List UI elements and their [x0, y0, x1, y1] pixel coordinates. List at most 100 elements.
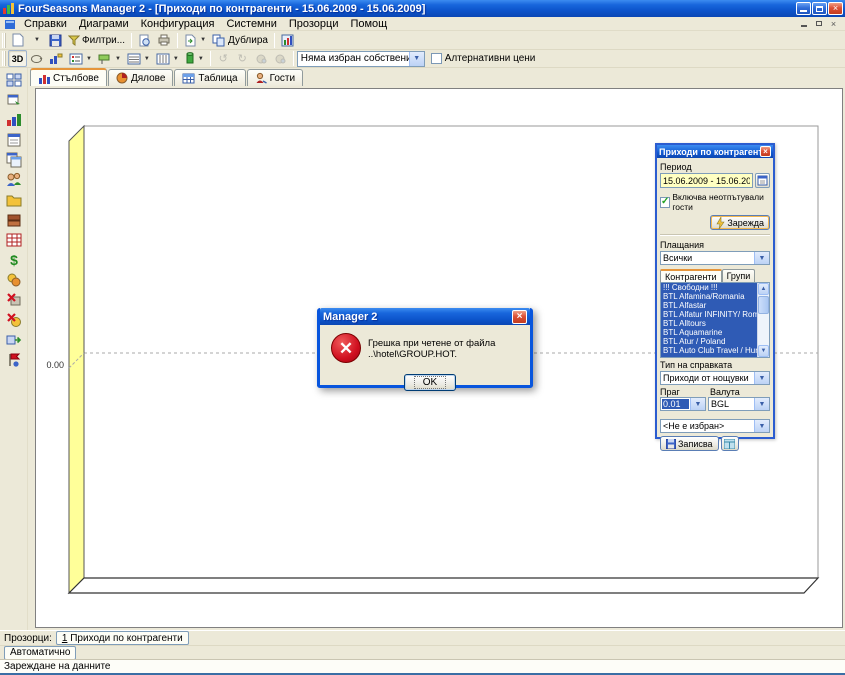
cancel-reservation-button[interactable] — [2, 290, 26, 309]
save-template-button[interactable]: Записва — [660, 436, 719, 451]
series-marks-button[interactable] — [46, 50, 66, 67]
tab-pie-label: Дялове — [131, 73, 165, 84]
print-preview-button[interactable] — [135, 32, 154, 49]
minimize-button[interactable] — [796, 2, 811, 15]
tourists-button[interactable] — [2, 350, 26, 369]
tab-groups[interactable]: Групи — [722, 269, 756, 282]
menu-item-diagrams[interactable]: Диаграми — [73, 17, 135, 31]
rooms-plan-button[interactable] — [2, 70, 26, 89]
automatic-button[interactable]: Автоматично — [4, 646, 76, 660]
ledger-button[interactable] — [2, 210, 26, 229]
rotate-left-button[interactable]: ↺ — [214, 50, 233, 67]
tab-table[interactable]: Таблица — [174, 69, 245, 86]
revenue-chart-button[interactable] — [2, 110, 26, 129]
list-item[interactable]: BTL Alltours — [661, 319, 757, 328]
menu-item-configuration[interactable]: Конфигурация — [135, 17, 221, 31]
counterparties-list[interactable]: !!! Свободни !!! BTL Alfamina/Romania BT… — [660, 282, 770, 358]
window-task-button[interactable]: 1 Приходи по контрагенти — [56, 631, 189, 645]
list-item[interactable]: BTL Alfatur INFINITY/ Romani — [661, 310, 757, 319]
close-button[interactable]: × — [828, 2, 843, 15]
load-button[interactable]: Зарежда — [710, 215, 770, 230]
new-report-dropdown[interactable]: ▼ — [27, 32, 46, 49]
print-button[interactable] — [154, 32, 174, 49]
bar-style-button[interactable]: ▼ — [182, 50, 207, 67]
horizontal-grid-icon — [127, 53, 141, 65]
list-item[interactable]: BTL Auto Club Travel / Hunga — [661, 346, 757, 355]
toggle-3d-button[interactable]: 3D — [8, 50, 27, 67]
currency-select[interactable]: BGL ▼ — [708, 397, 770, 411]
panel-close-button[interactable]: × — [760, 146, 771, 157]
list-item-partial[interactable] — [661, 355, 757, 357]
list-item[interactable]: BTL Aquamarine — [661, 328, 757, 337]
list-item[interactable]: !!! Свободни !!! — [661, 283, 757, 292]
list-scrollbar[interactable]: ▲ ▼ — [757, 283, 769, 357]
auto-bar: Автоматично — [0, 645, 845, 659]
data-labels-button[interactable]: ▼ — [95, 50, 124, 67]
period-input[interactable] — [660, 173, 753, 188]
alt-prices-checkbox[interactable] — [431, 53, 442, 64]
mdi-close-button[interactable]: × — [826, 18, 841, 30]
toolbar-grip[interactable] — [2, 33, 6, 48]
calendar-picker-button[interactable] — [755, 173, 770, 188]
new-report-button[interactable] — [8, 32, 27, 49]
scroll-thumb[interactable] — [758, 296, 769, 314]
payments-button[interactable]: $ — [2, 250, 26, 269]
include-unpaid-checkbox[interactable]: ✓ — [660, 197, 670, 208]
currency-label: Валута — [710, 387, 740, 397]
save-button[interactable] — [46, 32, 65, 49]
zoom-in-button[interactable] — [271, 50, 290, 67]
guests-button[interactable] — [2, 170, 26, 189]
rotate-chart-button[interactable] — [27, 50, 46, 67]
calendar-copy-button[interactable] — [2, 150, 26, 169]
view-tabs: Стълбове Дялове Таблица — [28, 68, 845, 86]
template-manager-button[interactable] — [721, 436, 739, 451]
mdi-minimize-button[interactable] — [796, 18, 811, 30]
title-bar[interactable]: FourSeasons Manager 2 - [Приходи по конт… — [0, 0, 845, 17]
panel-title-bar[interactable]: Приходи по контрагенти × — [657, 145, 773, 158]
mdi-restore-button[interactable] — [811, 18, 826, 30]
menu-item-reports[interactable]: Справки — [18, 17, 73, 31]
scroll-down-icon[interactable]: ▼ — [758, 345, 769, 357]
transfer-guest-button[interactable] — [2, 330, 26, 349]
report-type-select[interactable]: Приходи от нощувки ▼ — [660, 371, 770, 385]
menu-item-system[interactable]: Системни — [220, 17, 282, 31]
duplicate-button[interactable]: Дублира — [209, 32, 271, 49]
ok-button[interactable]: OK — [404, 374, 456, 391]
list-item[interactable]: BTL Alfamina/Romania — [661, 292, 757, 301]
folder-reports-button[interactable] — [2, 190, 26, 209]
tab-pie[interactable]: Дялове — [108, 69, 173, 86]
scroll-up-icon[interactable]: ▲ — [758, 283, 769, 295]
vertical-grid-button[interactable]: ▼ — [153, 50, 182, 67]
calendar-button[interactable] — [2, 130, 26, 149]
restore-button[interactable] — [812, 2, 827, 15]
horizontal-grid-button[interactable]: ▼ — [124, 50, 153, 67]
owner-select[interactable]: Няма избран собственици ▼ — [297, 51, 425, 67]
chart-window-button[interactable] — [278, 32, 297, 49]
dialog-close-button[interactable]: × — [512, 310, 527, 324]
menu-item-help[interactable]: Помощ — [344, 17, 393, 31]
zoom-out-button[interactable] — [252, 50, 271, 67]
payments-select[interactable]: Всички ▼ — [660, 251, 770, 265]
threshold-combo[interactable]: 0.01 ▼ — [660, 397, 706, 411]
chart-icon — [281, 34, 294, 47]
cancel-charge-button[interactable] — [2, 310, 26, 329]
currencies-button[interactable] — [2, 270, 26, 289]
refresh-window-button[interactable] — [2, 90, 26, 109]
export-button[interactable]: ▼ — [181, 32, 209, 49]
filters-button[interactable]: Филтри... — [65, 32, 128, 49]
menu-item-windows[interactable]: Прозорци — [283, 17, 345, 31]
mdi-child-icon — [4, 18, 16, 30]
tab-counterparties[interactable]: Контрагенти — [660, 269, 722, 282]
tab-bars[interactable]: Стълбове — [30, 68, 107, 86]
list-item[interactable]: BTL Alfastar — [661, 301, 757, 310]
rotate-right-button[interactable]: ↻ — [233, 50, 252, 67]
list-item[interactable]: BTL Atur / Poland — [661, 337, 757, 346]
occupancy-grid-button[interactable] — [2, 230, 26, 249]
legend-button[interactable]: ▼ — [66, 50, 95, 67]
tab-guests[interactable]: Гости — [247, 69, 303, 86]
report-type-label: Тип на справката — [660, 360, 770, 370]
dialog-title-bar[interactable]: Manager 2 × — [320, 308, 530, 325]
3d-label: 3D — [12, 54, 24, 64]
template-select[interactable]: <Не е избран> ▼ — [660, 419, 770, 433]
toolbar-grip-2[interactable] — [2, 51, 6, 66]
